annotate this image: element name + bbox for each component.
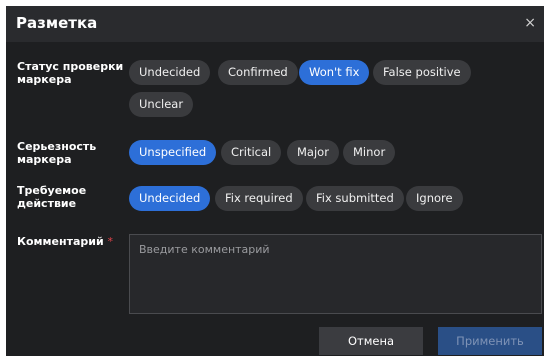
severity-chip-critical[interactable]: Critical — [221, 140, 282, 165]
action-label: Требуемое действие — [17, 184, 87, 210]
close-icon[interactable]: × — [524, 15, 536, 31]
severity-label: Серьезность маркера — [17, 140, 97, 166]
markup-dialog: Разметка × Статус проверки маркера Undec… — [6, 6, 544, 356]
action-chip-fix-required[interactable]: Fix required — [215, 186, 303, 211]
cancel-button[interactable]: Отмена — [319, 327, 423, 355]
severity-chip-major[interactable]: Major — [287, 140, 339, 165]
comment-label: Комментарий * — [17, 235, 125, 248]
severity-chip-unspecified[interactable]: Unspecified — [129, 140, 217, 165]
status-chip-undecided[interactable]: Undecided — [129, 60, 211, 85]
severity-chip-minor[interactable]: Minor — [343, 140, 396, 165]
comment-label-text: Комментарий — [17, 235, 104, 248]
comment-placeholder: Введите комментарий — [139, 243, 270, 256]
apply-button[interactable]: Применить — [438, 327, 542, 355]
status-chip-wont-fix[interactable]: Won't fix — [299, 60, 370, 85]
action-chip-ignore[interactable]: Ignore — [406, 186, 463, 211]
dialog-header: Разметка × — [6, 6, 544, 42]
action-chip-undecided[interactable]: Undecided — [129, 186, 211, 211]
dialog-title: Разметка — [16, 14, 98, 32]
status-chip-confirmed[interactable]: Confirmed — [218, 60, 298, 85]
status-chip-unclear[interactable]: Unclear — [129, 92, 194, 117]
required-mark: * — [107, 235, 114, 248]
status-label: Статус проверки маркера — [17, 60, 124, 86]
comment-input[interactable]: Введите комментарий — [129, 234, 542, 314]
action-chip-fix-submitted[interactable]: Fix submitted — [306, 186, 404, 211]
status-chip-false-positive[interactable]: False positive — [373, 60, 471, 85]
